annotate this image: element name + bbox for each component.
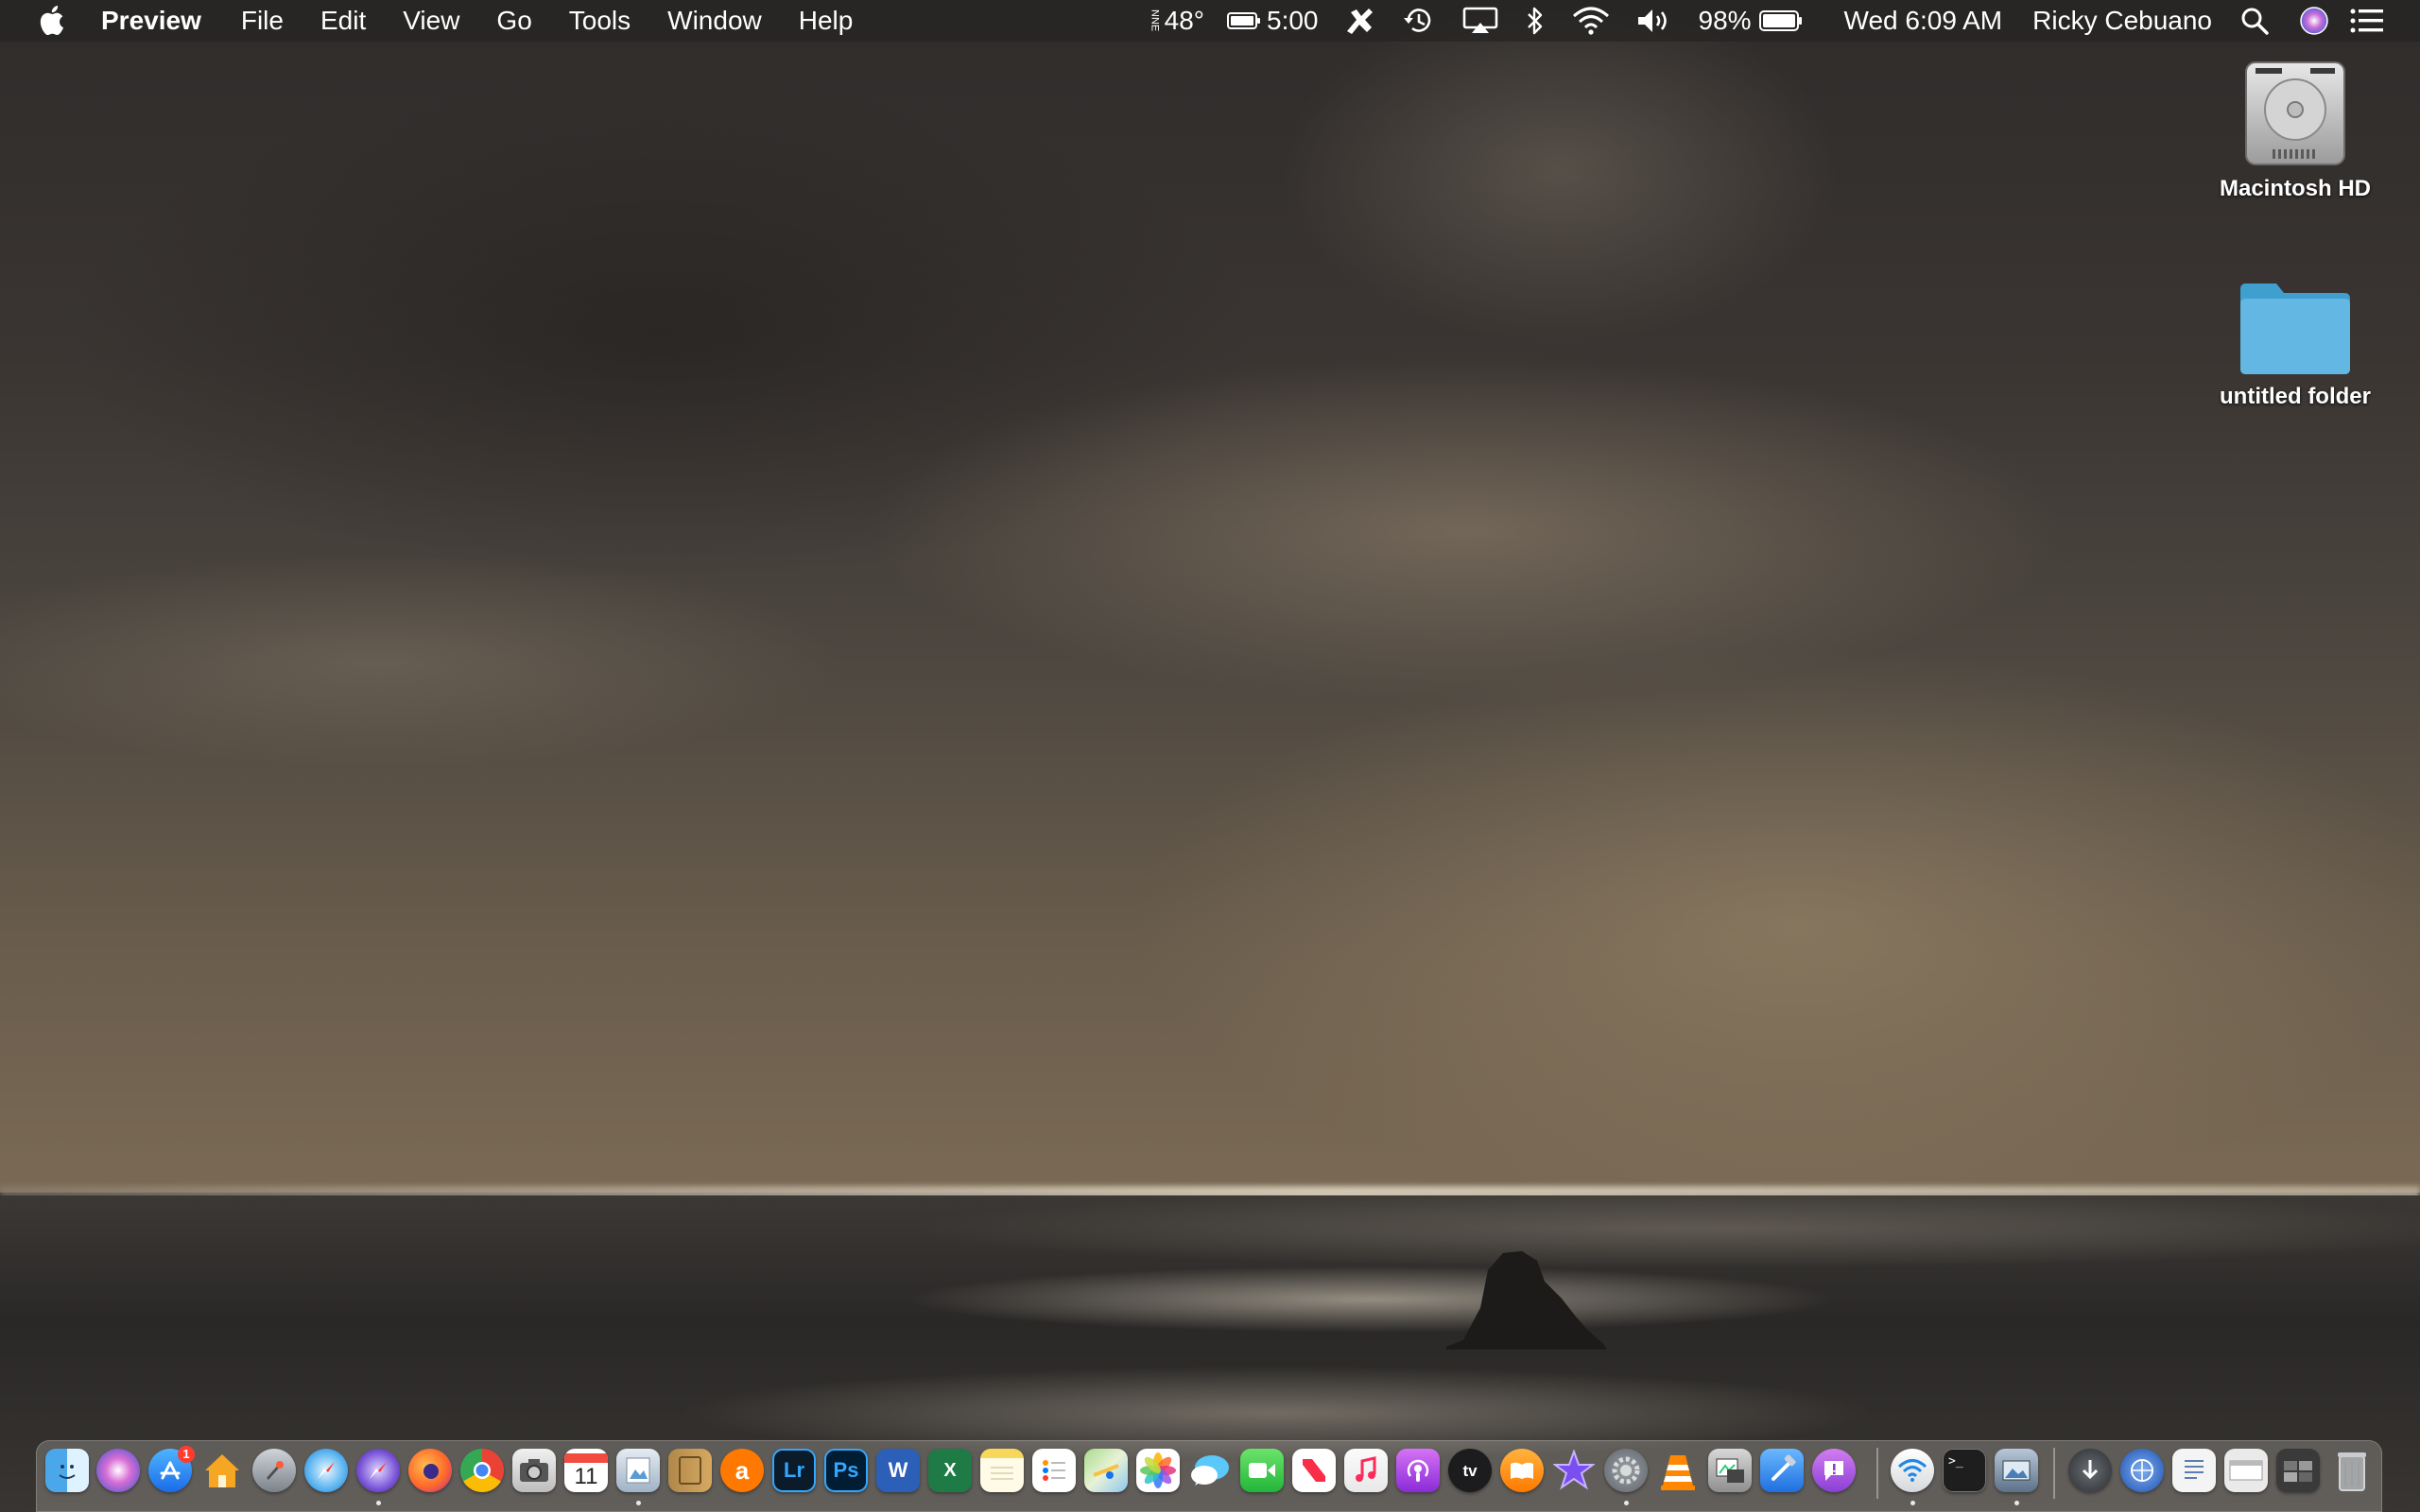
running-indicator [636, 1501, 641, 1505]
dock-downloads-stack-icon[interactable] [2068, 1449, 2112, 1492]
battery-time-label: 5:00 [1267, 6, 1319, 35]
dock-notes-icon[interactable] [980, 1449, 1024, 1492]
dock-terminal-icon[interactable]: >_ [1943, 1449, 1986, 1492]
dock-imovie-icon[interactable] [1552, 1449, 1596, 1492]
dock-screenshots-stack-icon[interactable] [2224, 1449, 2268, 1492]
dock-word-icon[interactable]: W [876, 1449, 920, 1492]
dock-notebook-icon[interactable] [668, 1449, 712, 1492]
dock-podcasts-icon[interactable] [1396, 1449, 1440, 1492]
wind-direction: NNE [1149, 9, 1161, 32]
avast-letter: a [735, 1456, 750, 1485]
airplay-icon[interactable] [1462, 0, 1498, 42]
excel-letter: X [943, 1460, 957, 1481]
menu-help[interactable]: Help [799, 0, 854, 42]
dock-gear-icon[interactable] [1604, 1449, 1648, 1492]
running-indicator [376, 1501, 381, 1505]
dock-lightroom-icon[interactable]: Lr [772, 1449, 816, 1492]
dock-documents-stack-icon[interactable] [2172, 1449, 2216, 1492]
dock-reminders-icon[interactable] [1032, 1449, 1076, 1492]
dock-finder-icon[interactable] [45, 1449, 89, 1492]
apple-menu-icon[interactable] [38, 5, 64, 37]
menu-file[interactable]: File [241, 0, 284, 42]
dock-separator [1876, 1448, 1878, 1499]
desktop-wallpaper [0, 0, 2420, 1512]
terminal-prompt: >_ [1948, 1454, 1963, 1469]
running-indicator [2014, 1501, 2019, 1505]
dock-messages-icon[interactable] [1188, 1449, 1232, 1492]
dock-image-capture-icon[interactable] [1708, 1449, 1752, 1492]
battery-percent-label: 98% [1698, 6, 1752, 35]
folder-icon [2240, 284, 2350, 374]
wallpaper-sky [0, 0, 2420, 1193]
dock-photos-icon[interactable] [1136, 1449, 1180, 1492]
clock[interactable]: Wed 6:09 AM [1844, 0, 2003, 42]
desktop-item-untitled-folder[interactable]: untitled folder [2191, 282, 2399, 410]
dock-calendar-icon[interactable]: 11 [564, 1449, 608, 1492]
dock-separator [2053, 1448, 2055, 1499]
dock-facetime-icon[interactable] [1240, 1449, 1284, 1492]
desktop-item-label: Macintosh HD [2219, 176, 2371, 201]
spotlight-search-icon[interactable] [2240, 0, 2269, 42]
siri-icon[interactable] [2299, 0, 2329, 42]
menu-go[interactable]: Go [496, 0, 531, 42]
utility-icon[interactable] [1343, 0, 1375, 42]
app-store-badge: 1 [178, 1446, 195, 1463]
running-indicator [1910, 1501, 1915, 1505]
dock-siri-icon[interactable] [96, 1449, 140, 1492]
temperature-label: 48° [1164, 6, 1204, 35]
dock-trash-icon[interactable] [2330, 1449, 2374, 1492]
dock-avast-icon[interactable]: a [720, 1449, 764, 1492]
dock-image-viewer-icon[interactable] [1995, 1449, 2038, 1492]
dock-safari-preview-icon[interactable] [356, 1449, 400, 1492]
dock-photoshop-icon[interactable]: Ps [824, 1449, 868, 1492]
tv-label: tv [1462, 1461, 1478, 1480]
dock-books-icon[interactable] [1500, 1449, 1544, 1492]
running-indicator [1624, 1501, 1629, 1505]
calendar-day: 11 [574, 1463, 598, 1489]
dock-feedback-icon[interactable] [1812, 1449, 1856, 1492]
dock-applications-stack-icon[interactable] [2276, 1449, 2320, 1492]
time-machine-icon[interactable] [1402, 0, 1436, 42]
dock-wifi-icon[interactable] [1891, 1449, 1934, 1492]
dock-excel-icon[interactable]: X [928, 1449, 972, 1492]
desktop-item-label: untitled folder [2220, 384, 2371, 409]
menu-view[interactable]: View [403, 0, 459, 42]
calendar-header [564, 1452, 608, 1463]
weather-status[interactable]: NNE 48° [1150, 0, 1204, 42]
dock-home-icon[interactable] [200, 1449, 244, 1492]
volume-icon[interactable] [1636, 0, 1672, 42]
fast-user-switch[interactable]: Ricky Cebuano [2032, 0, 2212, 42]
app-name-menu[interactable]: Preview [101, 0, 201, 42]
wifi-icon[interactable] [1572, 0, 1610, 42]
dock-camera-icon[interactable] [512, 1449, 556, 1492]
dock-network-icon[interactable] [2120, 1449, 2164, 1492]
dock-launchpad-icon[interactable] [252, 1449, 296, 1492]
word-letter: W [888, 1458, 908, 1482]
dock-tv-icon[interactable]: tv [1448, 1449, 1492, 1492]
dock-xcode-icon[interactable] [1760, 1449, 1804, 1492]
dock-chrome-icon[interactable] [460, 1449, 504, 1492]
desktop-item-macintosh-hd[interactable]: Macintosh HD [2191, 59, 2399, 202]
hard-drive-icon [2245, 61, 2345, 165]
battery-icon [1758, 10, 1802, 31]
dock-maps-icon[interactable] [1084, 1449, 1128, 1492]
wallpaper-rock [1446, 1251, 1607, 1349]
dock-news-icon[interactable] [1292, 1449, 1336, 1492]
battery-time-status[interactable]: 5:00 [1227, 0, 1319, 42]
dock-firefox-icon[interactable] [408, 1449, 452, 1492]
dock-music-icon[interactable] [1344, 1449, 1388, 1492]
menu-tools[interactable]: Tools [569, 0, 631, 42]
dock-safari-icon[interactable] [304, 1449, 348, 1492]
lightroom-letters: Lr [784, 1458, 804, 1482]
dock-vlc-icon[interactable] [1656, 1449, 1700, 1492]
photoshop-letters: Ps [833, 1458, 859, 1482]
bluetooth-icon[interactable] [1525, 0, 1546, 42]
menu-bar: Preview File Edit View Go Tools Window H… [0, 0, 2420, 42]
battery-small-icon [1227, 12, 1260, 29]
dock-preview-icon[interactable] [616, 1449, 660, 1492]
menu-window[interactable]: Window [667, 0, 762, 42]
menu-edit[interactable]: Edit [320, 0, 366, 42]
notification-center-icon[interactable] [2350, 0, 2384, 42]
battery-status[interactable]: 98% [1699, 0, 1803, 42]
